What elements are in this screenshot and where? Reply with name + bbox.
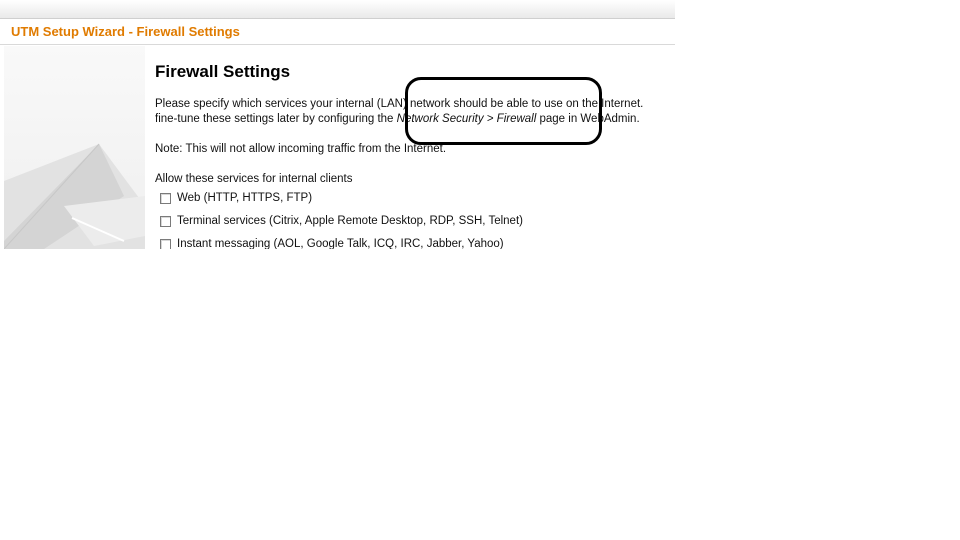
service-im-label: Instant messaging (AOL, Google Talk, ICQ… [177,238,504,249]
service-terminal-row[interactable]: Terminal services (Citrix, Apple Remote … [160,215,523,227]
wizard-title-bar: UTM Setup Wizard - Firewall Settings [0,19,675,45]
wizard-illustration [4,46,145,249]
note-text: Note: This will not allow incoming traff… [155,143,447,155]
appliance-illustration-icon [4,143,145,249]
highlight-annotation [405,77,602,145]
intro-text-prefix: fine-tune these settings later by config… [155,113,397,125]
wizard-content: Firewall Settings Please specify which s… [155,46,675,249]
services-section-label: Allow these services for internal client… [155,173,353,185]
service-terminal-label: Terminal services (Citrix, Apple Remote … [177,215,523,227]
service-web-label: Web (HTTP, HTTPS, FTP) [177,192,313,204]
service-terminal-checkbox[interactable] [160,215,171,227]
service-web-checkbox[interactable] [160,192,171,204]
browser-top-strip [0,0,675,19]
service-im-row[interactable]: Instant messaging (AOL, Google Talk, ICQ… [160,238,504,249]
browser-viewport: UTM Setup Wizard - Firewall Settings Fir… [0,0,675,249]
service-web-row[interactable]: Web (HTTP, HTTPS, FTP) [160,192,312,204]
wizard-title: UTM Setup Wizard - Firewall Settings [11,24,240,39]
page-title: Firewall Settings [155,62,291,81]
service-im-checkbox[interactable] [160,238,171,249]
